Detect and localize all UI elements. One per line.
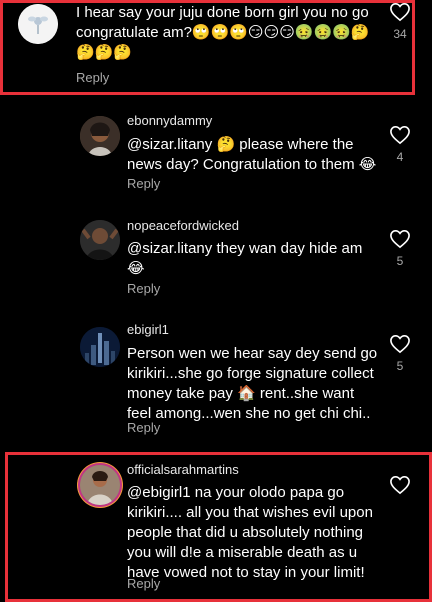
comment-text: @sizar.litany they wan day hide am 😂	[127, 239, 382, 279]
like-count: 5	[396, 359, 404, 373]
username[interactable]: officialsarahmartins	[127, 462, 239, 477]
mention-link[interactable]: @ebigirl1	[127, 484, 191, 501]
heart-icon[interactable]	[389, 125, 411, 145]
username[interactable]: ebigirl1	[127, 322, 169, 337]
reply-button[interactable]: Reply	[127, 420, 160, 435]
reply-button[interactable]: Reply	[127, 281, 160, 296]
like-count: 5	[396, 254, 404, 268]
reply-button[interactable]: Reply	[127, 576, 160, 591]
avatar[interactable]	[80, 327, 120, 367]
flower-avatar-icon	[18, 4, 58, 44]
username[interactable]: nopeacefordwicked	[127, 218, 239, 233]
avatar[interactable]	[80, 116, 120, 156]
avatar[interactable]	[80, 220, 120, 260]
comment-text: @sizar.litany 🤔 please where the news da…	[127, 135, 382, 175]
like-count: 34	[393, 27, 407, 41]
comment-text: @ebigirl1 na your olodo papa go kirikiri…	[127, 483, 382, 583]
heart-icon[interactable]	[389, 2, 411, 22]
comment-item: ebigirl1 Person wen we hear say dey send…	[0, 322, 432, 442]
avatar[interactable]	[18, 4, 58, 44]
comment-text: Person wen we hear say dey send go kirik…	[127, 345, 378, 422]
heart-icon[interactable]	[389, 475, 411, 495]
woman-avatar-icon	[80, 116, 120, 156]
username[interactable]: ebonnydammy	[127, 113, 212, 128]
reply-button[interactable]: Reply	[76, 70, 109, 85]
mention-link[interactable]: @sizar.litany	[127, 136, 212, 153]
comment-item: nopeacefordwicked @sizar.litany they wan…	[0, 215, 432, 305]
mention-link[interactable]: @sizar.litany	[127, 240, 212, 257]
heart-icon[interactable]	[389, 229, 411, 249]
city-avatar-icon	[80, 327, 120, 367]
man-avatar-icon	[80, 220, 120, 260]
comment-text: I hear say your juju done born girl you …	[76, 4, 370, 61]
avatar[interactable]	[80, 465, 120, 505]
heart-icon[interactable]	[389, 334, 411, 354]
username-text[interactable]: officialsarahmartins	[127, 462, 239, 477]
comment-item: officialsarahmartins @ebigirl1 na your o…	[0, 460, 432, 592]
comment-item: I hear say your juju done born girl you …	[0, 0, 432, 95]
reply-button[interactable]: Reply	[127, 176, 160, 191]
story-avatar-icon	[80, 465, 120, 505]
like-count: 4	[396, 150, 404, 164]
comment-item: ebonnydammy @sizar.litany 🤔 please where…	[0, 110, 432, 200]
